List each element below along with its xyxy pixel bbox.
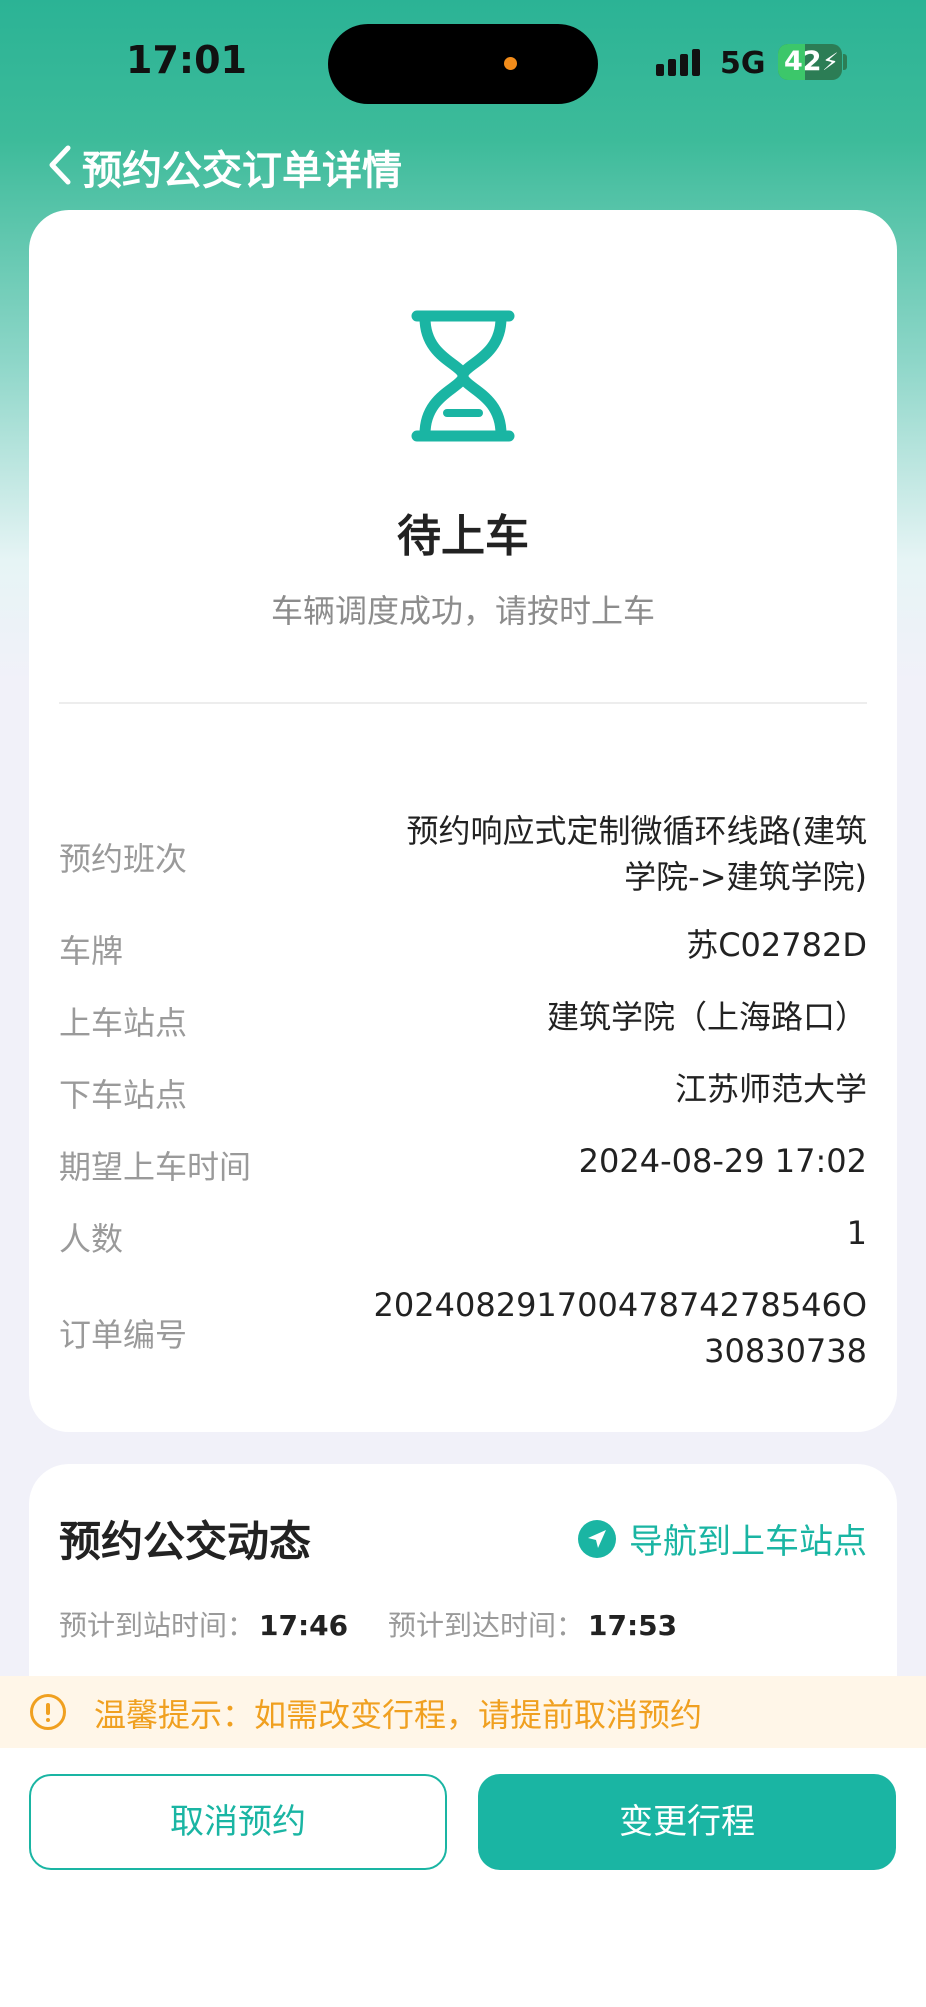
detail-label: 预约班次 bbox=[59, 840, 188, 878]
detail-value: 预约响应式定制微循环线路(建筑 学院->建筑学院) bbox=[407, 808, 868, 900]
eta-arrival-value: 17:53 bbox=[588, 1609, 678, 1642]
eta-station: 预计到站时间： 17:46 bbox=[59, 1604, 348, 1644]
charging-bolt-icon: ⚡ bbox=[822, 48, 839, 76]
eta-arrival: 预计到达时间： 17:53 bbox=[388, 1604, 677, 1644]
detail-value-line: 预约响应式定制微循环线路(建筑 bbox=[406, 812, 868, 850]
warm-tip-bar: 温馨提示：如需改变行程，请提前取消预约 bbox=[0, 1676, 926, 1748]
detail-value: 1 bbox=[846, 1214, 867, 1252]
eta-arrival-label: 预计到达时间： bbox=[388, 1609, 585, 1642]
page-title: 预约公交订单详情 bbox=[82, 148, 402, 194]
status-time: 17:01 bbox=[126, 38, 247, 82]
detail-value: 20240829170047874278546O 30830738 bbox=[374, 1282, 867, 1374]
detail-label: 上车站点 bbox=[59, 1004, 188, 1042]
order-status-title: 待上车 bbox=[397, 511, 529, 562]
bottom-action-bar: 取消预约 变更行程 bbox=[0, 1748, 926, 2007]
eta-station-label: 预计到站时间： bbox=[59, 1609, 256, 1642]
detail-label: 下车站点 bbox=[59, 1076, 188, 1114]
divider bbox=[59, 702, 867, 704]
detail-label: 期望上车时间 bbox=[59, 1148, 252, 1186]
detail-label: 订单编号 bbox=[59, 1316, 188, 1354]
battery-icon: 42 ⚡ bbox=[778, 44, 842, 80]
change-trip-button[interactable]: 变更行程 bbox=[478, 1774, 896, 1870]
battery-percent: 42 bbox=[784, 46, 822, 77]
detail-value: 2024-08-29 17:02 bbox=[578, 1142, 867, 1180]
warning-icon bbox=[30, 1694, 66, 1730]
navigate-to-stop-link[interactable]: 导航到上车站点 bbox=[577, 1514, 867, 1563]
navigation-arrow-icon bbox=[578, 1519, 616, 1558]
warm-tip-text: 温馨提示：如需改变行程，请提前取消预约 bbox=[94, 1696, 703, 1734]
navigate-to-stop-label: 导航到上车站点 bbox=[629, 1522, 867, 1562]
detail-label: 人数 bbox=[59, 1220, 124, 1258]
detail-row-expected-time: 期望上车时间 2024-08-29 17:02 bbox=[59, 1142, 867, 1192]
eta-station-value: 17:46 bbox=[259, 1609, 349, 1642]
detail-label: 车牌 bbox=[59, 932, 124, 970]
dynamics-title: 预约公交动态 bbox=[59, 1517, 312, 1566]
hourglass-icon bbox=[411, 310, 515, 442]
status-bar: 17:01 5G 42 ⚡ bbox=[0, 0, 926, 120]
detail-value: 建筑学院（上海路口） bbox=[546, 998, 867, 1036]
battery-tip bbox=[843, 54, 847, 70]
detail-value: 苏C02782D bbox=[686, 926, 867, 964]
cancel-reservation-button[interactable]: 取消预约 bbox=[29, 1774, 447, 1870]
detail-row-order-number: 订单编号 20240829170047874278546O 30830738 bbox=[59, 1282, 867, 1382]
detail-value-line: 学院->建筑学院) bbox=[624, 858, 867, 896]
back-button[interactable] bbox=[40, 140, 80, 190]
network-type: 5G bbox=[720, 46, 766, 81]
signal-icon bbox=[656, 48, 706, 76]
detail-value: 江苏师范大学 bbox=[674, 1070, 867, 1108]
detail-row-alighting-stop: 下车站点 江苏师范大学 bbox=[59, 1070, 867, 1120]
order-status-subtitle: 车辆调度成功，请按时上车 bbox=[270, 592, 655, 630]
detail-row-boarding-stop: 上车站点 建筑学院（上海路口） bbox=[59, 998, 867, 1048]
order-status-card: 待上车 车辆调度成功，请按时上车 预约班次 预约响应式定制微循环线路(建筑 学院… bbox=[29, 210, 897, 1432]
privacy-indicator-dot bbox=[504, 57, 517, 70]
detail-row-route: 预约班次 预约响应式定制微循环线路(建筑 学院->建筑学院) bbox=[59, 808, 867, 908]
detail-row-plate: 车牌 苏C02782D bbox=[59, 926, 867, 976]
detail-value-line: 30830738 bbox=[704, 1332, 867, 1370]
dynamic-island bbox=[328, 24, 598, 104]
chevron-left-icon bbox=[49, 145, 71, 185]
detail-value-line: 20240829170047874278546O bbox=[373, 1286, 867, 1324]
detail-row-passengers: 人数 1 bbox=[59, 1214, 867, 1264]
